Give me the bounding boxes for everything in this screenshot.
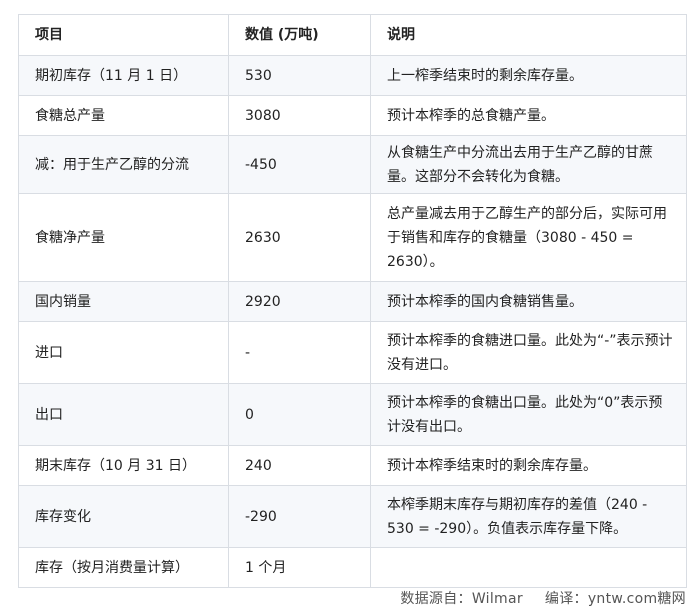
- cell-value: 530: [228, 55, 371, 96]
- header-description: 说明: [370, 14, 687, 56]
- cell-item: 库存（按月消费量计算）: [18, 547, 229, 588]
- header-item: 项目: [18, 14, 229, 56]
- cell-description: 上一榨季结束时的剩余库存量。: [370, 55, 687, 96]
- cell-item: 食糖总产量: [18, 95, 229, 136]
- source-credit: 数据源自：Wilmar: [400, 591, 523, 607]
- cell-description: 本榨季期末库存与期初库存的差值（240 - 530 = -290）。负值表示库存…: [370, 485, 687, 548]
- cell-description: [370, 547, 687, 588]
- header-value: 数值 (万吨): [228, 14, 371, 56]
- table-row: 减：用于生产乙醇的分流 -450 从食糖生产中分流出去用于生产乙醇的甘蔗量。这部…: [18, 135, 687, 194]
- cell-value: 2920: [228, 281, 371, 322]
- cell-value: 0: [228, 383, 371, 446]
- supply-demand-table-container: 项目 数值 (万吨) 说明 期初库存（11 月 1 日） 530 上一榨季结束时…: [18, 14, 687, 588]
- source-footer: 数据源自：Wilmar 编译：yntw.com糖网: [378, 588, 686, 608]
- cell-item: 进口: [18, 321, 229, 384]
- cell-value: -: [228, 321, 371, 384]
- supply-demand-table: 项目 数值 (万吨) 说明 期初库存（11 月 1 日） 530 上一榨季结束时…: [18, 14, 687, 588]
- cell-description: 预计本榨季的国内食糖销售量。: [370, 281, 687, 322]
- table-row: 期初库存（11 月 1 日） 530 上一榨季结束时的剩余库存量。: [18, 55, 687, 96]
- cell-value: 1 个月: [228, 547, 371, 588]
- table-row: 食糖净产量 2630 总产量减去用于乙醇生产的部分后，实际可用于销售和库存的食糖…: [18, 193, 687, 282]
- cell-description: 预计本榨季的食糖出口量。此处为“0”表示预计没有出口。: [370, 383, 687, 446]
- table-row: 食糖总产量 3080 预计本榨季的总食糖产量。: [18, 95, 687, 136]
- cell-value: 3080: [228, 95, 371, 136]
- cell-item: 期末库存（10 月 31 日）: [18, 445, 229, 486]
- cell-value: -450: [228, 135, 371, 194]
- cell-value: 2630: [228, 193, 371, 282]
- cell-item: 出口: [18, 383, 229, 446]
- cell-item: 库存变化: [18, 485, 229, 548]
- cell-description: 预计本榨季的食糖进口量。此处为“-”表示预计没有进口。: [370, 321, 687, 384]
- cell-item: 期初库存（11 月 1 日）: [18, 55, 229, 96]
- table-header-row: 项目 数值 (万吨) 说明: [18, 14, 687, 56]
- cell-description: 预计本榨季的总食糖产量。: [370, 95, 687, 136]
- table-row: 出口 0 预计本榨季的食糖出口量。此处为“0”表示预计没有出口。: [18, 383, 687, 446]
- table-row: 国内销量 2920 预计本榨季的国内食糖销售量。: [18, 281, 687, 322]
- table-row: 期末库存（10 月 31 日） 240 预计本榨季结束时的剩余库存量。: [18, 445, 687, 486]
- table-row: 进口 - 预计本榨季的食糖进口量。此处为“-”表示预计没有进口。: [18, 321, 687, 384]
- cell-value: -290: [228, 485, 371, 548]
- cell-value: 240: [228, 445, 371, 486]
- cell-description: 总产量减去用于乙醇生产的部分后，实际可用于销售和库存的食糖量（3080 - 45…: [370, 193, 687, 282]
- cell-description: 预计本榨季结束时的剩余库存量。: [370, 445, 687, 486]
- editor-credit: 编译：yntw.com糖网: [544, 591, 686, 607]
- cell-item: 减：用于生产乙醇的分流: [18, 135, 229, 194]
- cell-description: 从食糖生产中分流出去用于生产乙醇的甘蔗量。这部分不会转化为食糖。: [370, 135, 687, 194]
- cell-item: 食糖净产量: [18, 193, 229, 282]
- table-row: 库存变化 -290 本榨季期末库存与期初库存的差值（240 - 530 = -2…: [18, 485, 687, 548]
- cell-item: 国内销量: [18, 281, 229, 322]
- table-row: 库存（按月消费量计算） 1 个月: [18, 547, 687, 588]
